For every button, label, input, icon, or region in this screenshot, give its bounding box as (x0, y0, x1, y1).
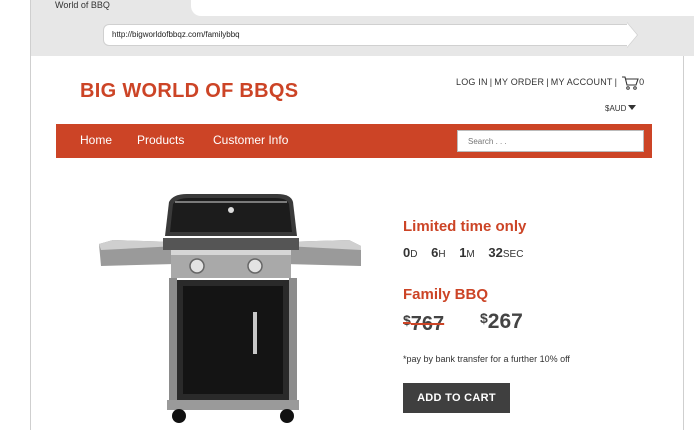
browser-tab[interactable]: World of BBQ (31, 0, 191, 16)
countdown-seconds-unit: SEC (502, 249, 524, 260)
address-bar[interactable]: http://bigworldofbbqz.com/familybbq (103, 24, 628, 46)
address-bar-arrow (627, 23, 637, 47)
nav-customer-info[interactable]: Customer Info (213, 133, 288, 147)
nav-separator: | (614, 77, 618, 88)
my-account-link[interactable]: MY ACCOUNT (551, 77, 613, 87)
search-input[interactable] (457, 130, 644, 152)
countdown-hours-unit: H (438, 249, 446, 260)
countdown-minutes-unit: M (466, 249, 475, 260)
cart-count[interactable]: 0 (639, 77, 644, 87)
payment-note: *pay by bank transfer for a further 10% … (403, 354, 570, 364)
chevron-down-icon (628, 105, 637, 110)
new-price: $267 (480, 310, 523, 334)
new-price-amount: 267 (487, 310, 523, 333)
currency-label: $AUD (605, 104, 627, 113)
site-logo[interactable]: BIG WORLD OF BBQS (80, 80, 298, 103)
browser-tab-title: World of BBQ (55, 0, 110, 10)
tab-strip (191, 0, 694, 16)
nav-products[interactable]: Products (137, 133, 184, 147)
old-price-currency: $ (403, 312, 411, 328)
grill-image (97, 194, 363, 430)
new-price-currency: $ (480, 310, 488, 326)
countdown-days-unit: D (410, 249, 418, 260)
url-text: http://bigworldofbbqz.com/familybbq (112, 30, 240, 39)
currency-select[interactable]: $AUD (605, 104, 637, 113)
browser-chrome: World of BBQ http://bigworldofbbqz.com/f… (30, 0, 694, 56)
countdown-seconds: 32 (488, 245, 503, 260)
login-link[interactable]: LOG IN (456, 77, 488, 87)
my-order-link[interactable]: MY ORDER (494, 77, 544, 87)
nav-home[interactable]: Home (80, 133, 112, 147)
cart-icon[interactable] (621, 76, 639, 90)
promo-heading: Limited time only (403, 218, 527, 235)
add-to-cart-button[interactable]: ADD TO CART (403, 383, 510, 413)
old-price: $767 (403, 312, 444, 336)
page: BIG WORLD OF BBQS LOG IN | MY ORDER | MY ACC… (30, 56, 684, 430)
old-price-amount: 767 (410, 313, 445, 335)
user-nav: LOG IN | MY ORDER | MY ACCOUNT | 0 (456, 76, 644, 90)
product-name: Family BBQ (403, 286, 489, 303)
main-nav: Home Products Customer Info (56, 124, 652, 158)
countdown-timer: 0D 6H 1M 32SEC (403, 245, 533, 260)
